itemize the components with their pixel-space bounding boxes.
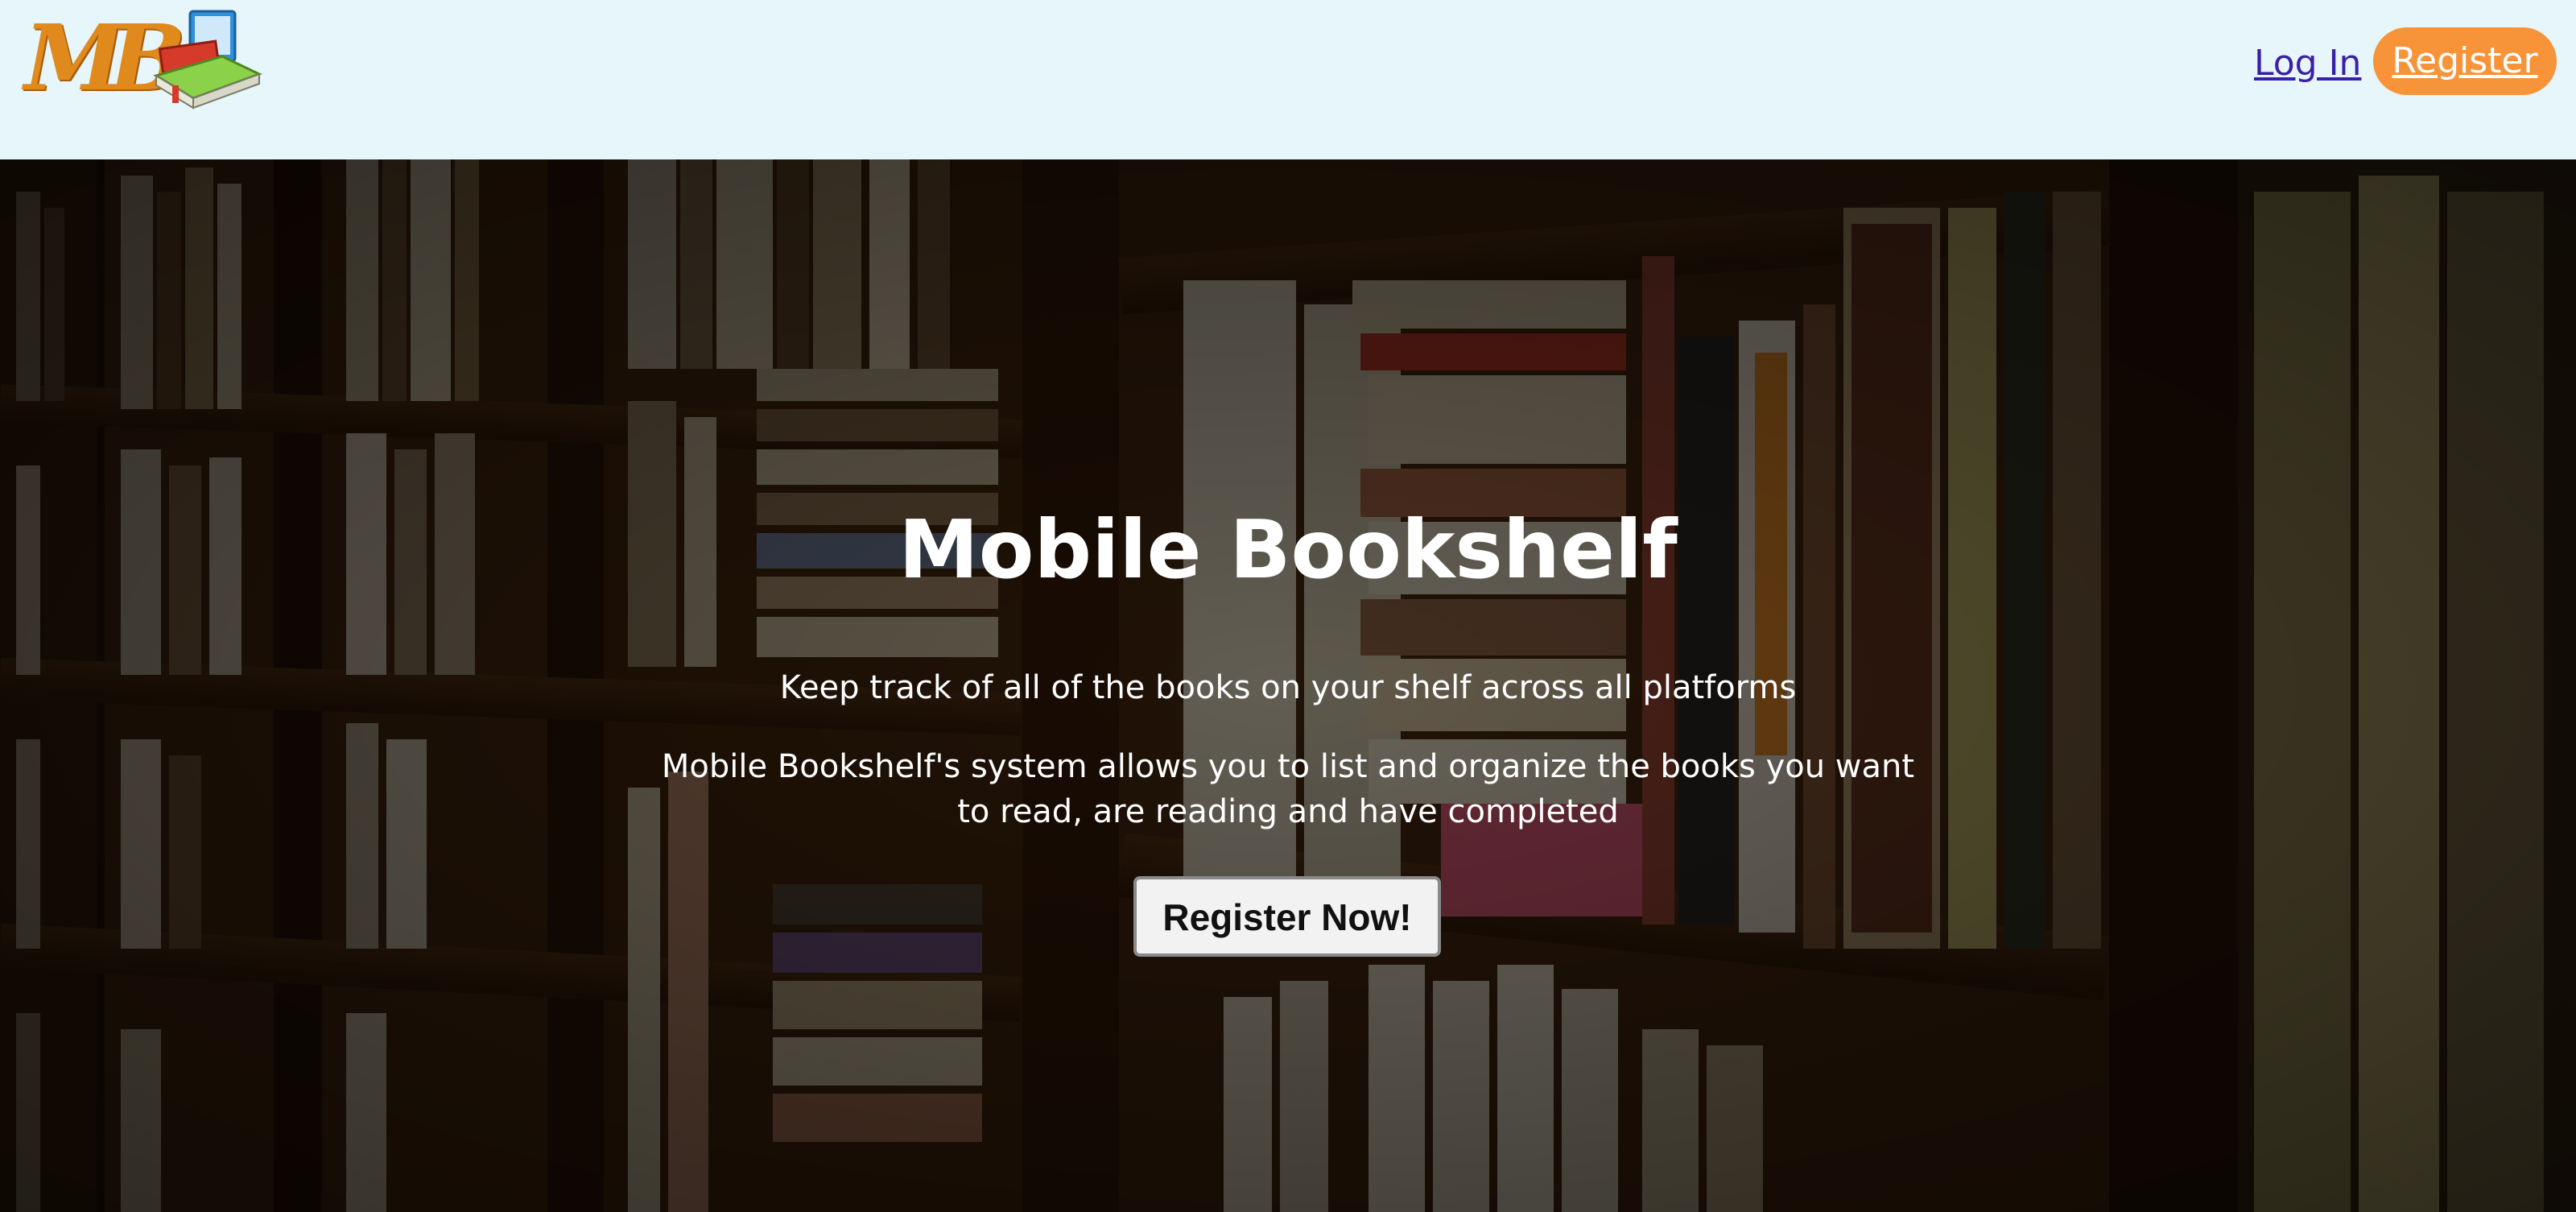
register-now-button[interactable]: Register Now!: [1133, 876, 1441, 957]
hero-description: Mobile Bookshelf's system allows you to …: [661, 748, 1915, 830]
site-header: MB Log In Register: [0, 0, 2576, 159]
register-button[interactable]: Register: [2373, 27, 2557, 95]
books-logo-icon: [153, 10, 262, 110]
login-link[interactable]: Log In: [2254, 35, 2361, 92]
hero-title: Mobile Bookshelf: [898, 503, 1678, 597]
hero-section: Mobile Bookshelf Keep track of all of th…: [0, 159, 2576, 1212]
hero-tagline: Keep track of all of the books on your s…: [779, 669, 1797, 706]
site-logo[interactable]: MB: [21, 5, 262, 113]
